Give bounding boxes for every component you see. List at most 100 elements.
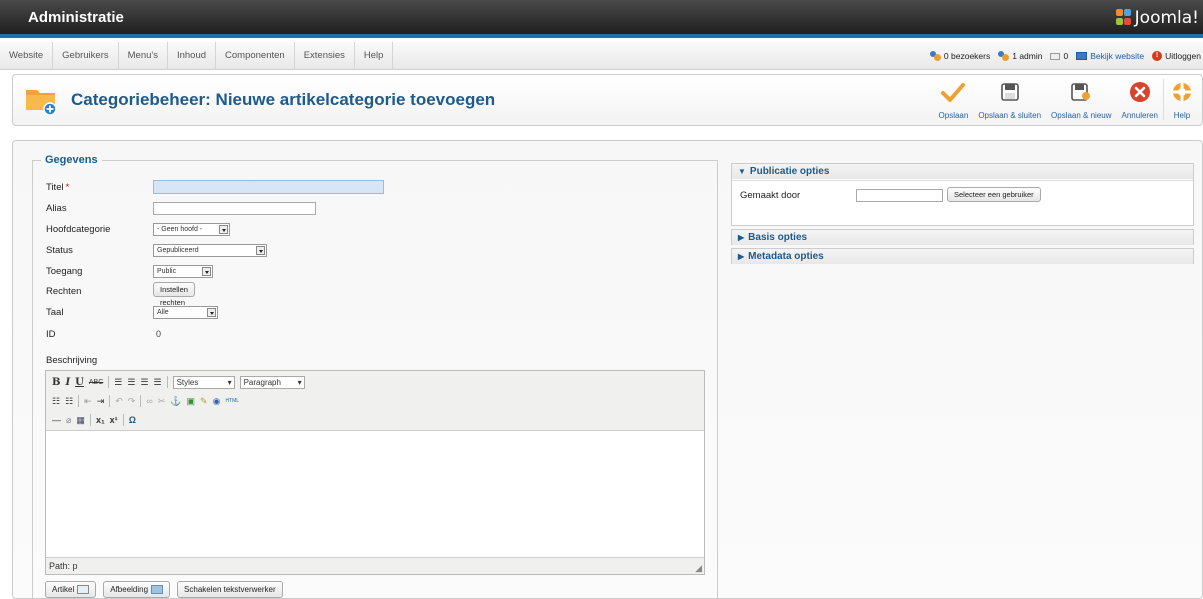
- status-label: Status: [46, 244, 73, 256]
- help-button[interactable]: Help: [1163, 79, 1200, 120]
- image-button[interactable]: Afbeelding: [103, 581, 171, 598]
- checkmark-icon: [940, 79, 966, 105]
- bullet-list-icon[interactable]: ☷: [52, 396, 60, 407]
- parent-row: Hoofdcategorie - Geen hoofd -: [46, 221, 230, 237]
- caret-right-icon: ▶: [738, 252, 745, 261]
- admins-icon: [998, 51, 1010, 61]
- link-icon[interactable]: ∞: [146, 396, 152, 406]
- required-marker: *: [65, 181, 70, 193]
- alias-input[interactable]: [153, 201, 316, 215]
- joomla-logo: Joomla!: [1115, 8, 1199, 28]
- editor-path: Path: p: [49, 561, 78, 571]
- metadata-options-panel: ▶ Metadata opties: [731, 248, 1194, 264]
- id-value: 0: [156, 329, 162, 339]
- save-new-button[interactable]: Opslaan & nieuw: [1046, 79, 1116, 120]
- remove-format-icon[interactable]: ⌀: [66, 415, 71, 426]
- menu-menus[interactable]: Menu's: [119, 42, 168, 70]
- align-center-icon[interactable]: ☰: [127, 377, 135, 388]
- language-select-value: Alle: [157, 308, 169, 316]
- subscript-icon[interactable]: x₁: [96, 415, 105, 425]
- menu-website[interactable]: Website: [0, 42, 54, 70]
- italic-icon[interactable]: I: [65, 377, 70, 388]
- strikethrough-icon[interactable]: ABC: [89, 379, 103, 386]
- toolbar-separator: [78, 395, 80, 407]
- special-character-icon[interactable]: Ω: [129, 415, 136, 425]
- anchor-icon[interactable]: ⚓: [170, 396, 181, 407]
- status-select[interactable]: Gepubliceerd: [153, 243, 267, 257]
- cancel-icon: [1127, 79, 1153, 105]
- admin-title: Administratie: [28, 9, 124, 26]
- language-label: Taal: [46, 306, 64, 318]
- title-label: Titel *: [46, 182, 156, 193]
- superscript-icon[interactable]: x¹: [110, 415, 118, 425]
- undo-icon[interactable]: ↶: [115, 396, 123, 407]
- main-menu: Website Gebruikers Menu's Inhoud Compone…: [0, 42, 394, 70]
- table-icon[interactable]: ▦: [76, 415, 85, 426]
- underline-icon[interactable]: U: [75, 377, 84, 388]
- toolbar-buttons: Opslaan Opslaan & sluiten Opslaan & nieu…: [934, 79, 1200, 120]
- format-select[interactable]: Paragraph: [239, 375, 305, 389]
- indent-icon[interactable]: ⇥: [97, 396, 105, 407]
- help-circle-icon[interactable]: ◉: [213, 396, 221, 407]
- messages-status[interactable]: 0: [1050, 51, 1068, 61]
- outdent-icon[interactable]: ⇤: [84, 396, 92, 407]
- publishing-options-header[interactable]: ▼ Publicatie opties: [732, 164, 1193, 179]
- logout-link[interactable]: ! Uitloggen: [1152, 51, 1201, 61]
- styles-select[interactable]: Styles: [172, 375, 235, 389]
- editor-content-area[interactable]: [46, 432, 704, 558]
- unlink-icon[interactable]: ✂: [158, 396, 166, 407]
- redo-icon[interactable]: ↷: [128, 396, 136, 407]
- cleanup-icon[interactable]: ✎: [200, 396, 208, 407]
- toggle-editor-button[interactable]: Schakelen tekstverwerker: [177, 581, 283, 598]
- joomla-logo-icon: [1115, 9, 1132, 27]
- bold-icon[interactable]: B: [52, 377, 60, 388]
- menu-components[interactable]: Componenten: [216, 42, 295, 70]
- editor-toolbar: B I U ABC ☰ ☰ ☰ ☰ Styles Paragraph ☷ ☷ ⇤…: [46, 371, 704, 431]
- html-source-icon[interactable]: HTML: [225, 398, 239, 404]
- publishing-options-title: Publicatie opties: [749, 166, 830, 177]
- caret-right-icon: ▶: [738, 233, 745, 242]
- details-legend: Gegevens: [41, 154, 102, 166]
- caret-down-icon: ▼: [738, 167, 746, 176]
- menu-extensions[interactable]: Extensies: [295, 42, 355, 70]
- view-site-label: Bekijk website: [1090, 51, 1145, 61]
- view-site-link[interactable]: Bekijk website: [1076, 51, 1144, 61]
- basic-options-header[interactable]: ▶ Basis opties: [732, 230, 1193, 245]
- admins-count: 1 admin: [1012, 51, 1043, 61]
- image-icon[interactable]: ▣: [187, 396, 196, 407]
- editor-buttons: Artikel Afbeelding Schakelen tekstverwer…: [45, 581, 283, 598]
- save-new-label: Opslaan & nieuw: [1051, 111, 1112, 120]
- visitors-status: 0 bezoekers: [929, 51, 990, 61]
- status-row: Status Gepubliceerd: [46, 242, 267, 258]
- messages-icon: [1050, 52, 1061, 60]
- resize-handle-icon[interactable]: ◢: [695, 560, 702, 576]
- language-select[interactable]: Alle: [153, 305, 218, 319]
- align-left-icon[interactable]: ☰: [114, 377, 122, 388]
- align-justify-icon[interactable]: ☰: [154, 377, 162, 388]
- article-button[interactable]: Artikel: [45, 581, 97, 598]
- numbered-list-icon[interactable]: ☷: [65, 396, 73, 407]
- menu-help[interactable]: Help: [355, 42, 394, 70]
- save-button[interactable]: Opslaan: [934, 79, 974, 120]
- editor-path-bar: Path: p ◢: [46, 557, 704, 574]
- parent-select[interactable]: - Geen hoofd -: [153, 222, 230, 236]
- article-button-label: Artikel: [52, 585, 75, 594]
- horizontal-rule-icon[interactable]: —: [52, 415, 61, 425]
- align-right-icon[interactable]: ☰: [140, 377, 148, 388]
- parent-label: Hoofdcategorie: [46, 223, 111, 235]
- set-rights-button[interactable]: Instellen rechten: [153, 282, 195, 307]
- toolbar-separator: [140, 395, 142, 407]
- created-by-input[interactable]: [856, 189, 943, 202]
- select-user-button[interactable]: Selecteer een gebruiker: [947, 187, 1041, 202]
- admins-status: 1 admin: [998, 51, 1042, 61]
- title-label-text: Titel: [46, 181, 64, 193]
- cancel-button[interactable]: Annuleren: [1117, 79, 1163, 120]
- metadata-options-header[interactable]: ▶ Metadata opties: [732, 249, 1193, 264]
- title-input[interactable]: [153, 180, 384, 194]
- editor-toolbar-row-3: — ⌀ ▦ x₁ x¹ Ω: [52, 412, 136, 428]
- access-select[interactable]: Public: [153, 264, 213, 278]
- save-close-button[interactable]: Opslaan & sluiten: [973, 79, 1046, 120]
- menu-content[interactable]: Inhoud: [168, 42, 217, 70]
- alias-label: Alias: [46, 202, 67, 214]
- menu-users[interactable]: Gebruikers: [53, 42, 119, 70]
